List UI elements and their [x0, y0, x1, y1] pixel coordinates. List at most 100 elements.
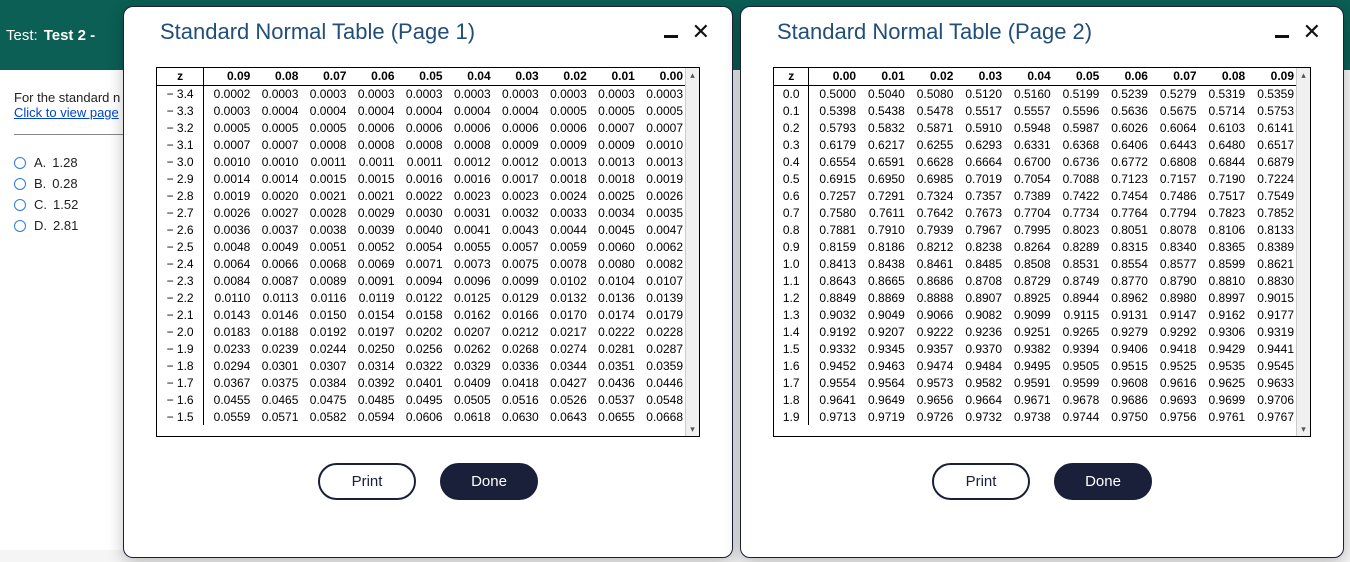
cell-value: 0.9750: [1101, 408, 1150, 425]
done-button[interactable]: Done: [1054, 463, 1152, 500]
cell-value: 0.9082: [955, 306, 1004, 323]
close-icon[interactable]: ✕: [1303, 19, 1321, 45]
scroll-up-icon[interactable]: ▴: [1297, 68, 1310, 82]
cell-value: 0.0179: [637, 306, 685, 323]
cell-value: 0.0003: [445, 85, 493, 102]
cell-value: 0.9131: [1101, 306, 1150, 323]
table-row: 1.80.96410.96490.96560.96640.96710.96780…: [774, 391, 1296, 408]
cell-value: 0.0516: [493, 391, 541, 408]
radio-icon[interactable]: [14, 199, 26, 211]
cell-value: 0.0274: [541, 340, 589, 357]
cell-value: 0.0018: [589, 170, 637, 187]
cell-value: 0.7389: [1004, 187, 1053, 204]
cell-value: 0.9236: [955, 323, 1004, 340]
cell-value: 0.8389: [1247, 238, 1296, 255]
table-row: − 2.70.00260.00270.00280.00290.00300.003…: [157, 204, 685, 221]
minimize-icon[interactable]: [664, 35, 678, 38]
cell-value: 0.6700: [1004, 153, 1053, 170]
view-page-link[interactable]: Click to view page: [14, 105, 119, 120]
cell-value: 0.0017: [493, 170, 541, 187]
cell-value: 0.8531: [1053, 255, 1102, 272]
cell-value: 0.0016: [445, 170, 493, 187]
radio-icon[interactable]: [14, 220, 26, 232]
radio-icon[interactable]: [14, 157, 26, 169]
col-header: 0.09: [1247, 68, 1296, 85]
cell-value: 0.0116: [300, 289, 348, 306]
z-value: 0.1: [774, 102, 809, 119]
scrollbar[interactable]: ▴ ▾: [685, 68, 699, 436]
cell-value: 0.6179: [809, 136, 858, 153]
cell-value: 0.9744: [1053, 408, 1102, 425]
cell-value: 0.9515: [1101, 357, 1150, 374]
cell-value: 0.9463: [858, 357, 907, 374]
table-row: 1.50.93320.93450.93570.93700.93820.93940…: [774, 340, 1296, 357]
cell-value: 0.0618: [445, 408, 493, 425]
cell-value: 0.0655: [589, 408, 637, 425]
cell-value: 0.9162: [1199, 306, 1248, 323]
cell-value: 0.0244: [300, 340, 348, 357]
cell-value: 0.9616: [1150, 374, 1199, 391]
cell-value: 0.7291: [858, 187, 907, 204]
done-button[interactable]: Done: [440, 463, 538, 500]
print-button[interactable]: Print: [318, 463, 416, 500]
cell-value: 0.6141: [1247, 119, 1296, 136]
cell-value: 0.0009: [493, 136, 541, 153]
cell-value: 0.8315: [1101, 238, 1150, 255]
scroll-up-icon[interactable]: ▴: [686, 68, 699, 82]
cell-value: 0.0068: [300, 255, 348, 272]
cell-value: 0.9049: [858, 306, 907, 323]
cell-value: 0.7157: [1150, 170, 1199, 187]
col-header: 0.00: [809, 68, 858, 85]
cell-value: 0.5557: [1004, 102, 1053, 119]
z-value: 0.7: [774, 204, 809, 221]
cell-value: 0.0401: [397, 374, 445, 391]
cell-value: 0.0004: [300, 102, 348, 119]
cell-value: 0.0239: [252, 340, 300, 357]
table-row: 0.00.50000.50400.50800.51200.51600.51990…: [774, 85, 1296, 102]
print-button[interactable]: Print: [932, 463, 1030, 500]
cell-value: 0.5398: [809, 102, 858, 119]
z-value: 0.6: [774, 187, 809, 204]
table-row: 0.60.72570.72910.73240.73570.73890.74220…: [774, 187, 1296, 204]
scroll-down-icon[interactable]: ▾: [686, 422, 699, 436]
cell-value: 0.0030: [397, 204, 445, 221]
cell-value: 0.0089: [300, 272, 348, 289]
radio-icon[interactable]: [14, 178, 26, 190]
scroll-down-icon[interactable]: ▾: [1297, 422, 1310, 436]
cell-value: 0.0301: [252, 357, 300, 374]
cell-value: 0.0091: [348, 272, 396, 289]
z-value: − 2.2: [157, 289, 204, 306]
cell-value: 0.0294: [204, 357, 253, 374]
z-value: 1.1: [774, 272, 809, 289]
cell-value: 0.8729: [1004, 272, 1053, 289]
z-value: − 2.4: [157, 255, 204, 272]
scrollbar[interactable]: ▴ ▾: [1296, 68, 1310, 436]
cell-value: 0.8159: [809, 238, 858, 255]
cell-value: 0.0069: [348, 255, 396, 272]
cell-value: 0.6406: [1101, 136, 1150, 153]
cell-value: 0.0146: [252, 306, 300, 323]
choice-value: 2.81: [53, 218, 78, 233]
cell-value: 0.0003: [348, 85, 396, 102]
z-value: 0.8: [774, 221, 809, 238]
cell-value: 0.0032: [493, 204, 541, 221]
z-value: 1.8: [774, 391, 809, 408]
cell-value: 0.7224: [1247, 170, 1296, 187]
cell-value: 0.9641: [809, 391, 858, 408]
cell-value: 0.9452: [809, 357, 858, 374]
cell-value: 0.0154: [348, 306, 396, 323]
z-value: 1.5: [774, 340, 809, 357]
cell-value: 0.0006: [541, 119, 589, 136]
cell-value: 0.0537: [589, 391, 637, 408]
cell-value: 0.0031: [445, 204, 493, 221]
cell-value: 0.0174: [589, 306, 637, 323]
cell-value: 0.0066: [252, 255, 300, 272]
z-value: − 2.0: [157, 323, 204, 340]
close-icon[interactable]: ✕: [692, 19, 710, 45]
cell-value: 0.6480: [1199, 136, 1248, 153]
cell-value: 0.5120: [955, 85, 1004, 102]
minimize-icon[interactable]: [1275, 35, 1289, 38]
cell-value: 0.9319: [1247, 323, 1296, 340]
col-header: 0.01: [589, 68, 637, 85]
cell-value: 0.0036: [204, 221, 253, 238]
